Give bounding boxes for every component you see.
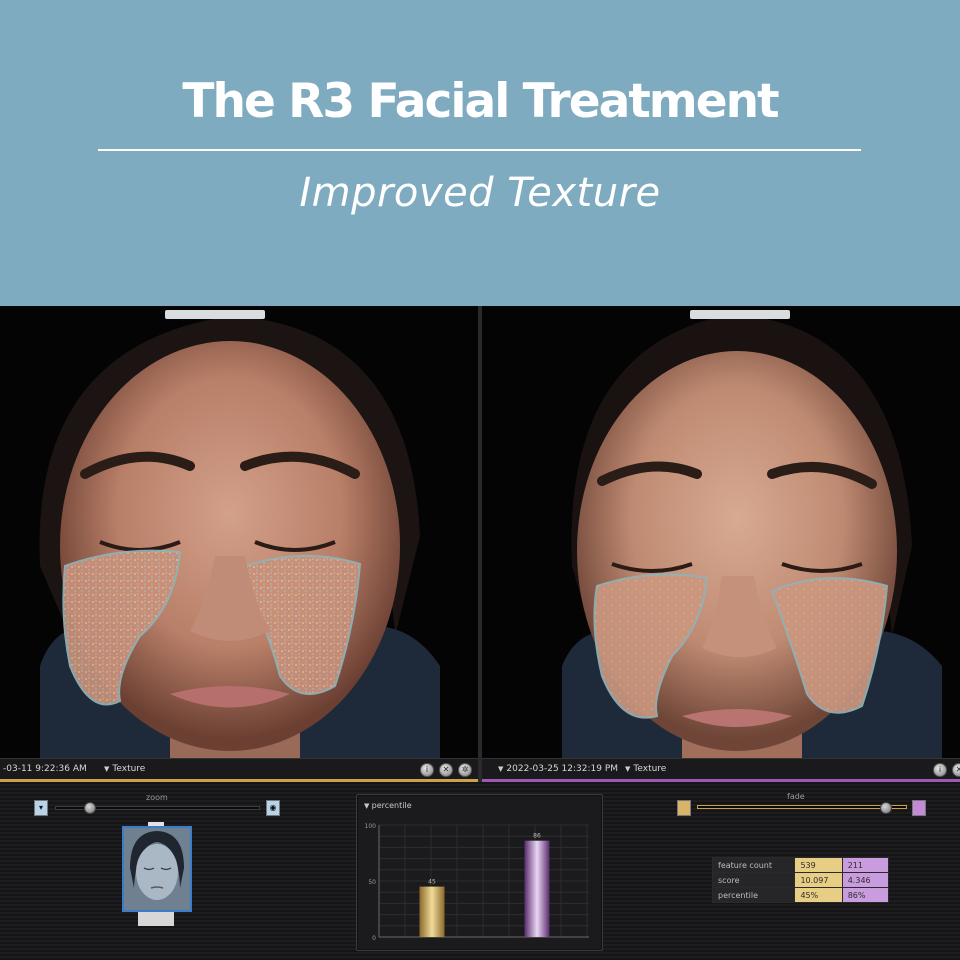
info-icon[interactable]: i — [933, 763, 947, 777]
zoom-label: zoom — [146, 793, 168, 802]
after-value: 4.346 — [841, 872, 890, 888]
after-image-panel[interactable]: ▼ 2022-03-25 12:32:19 PM ▼ Texture i ✕ — [482, 306, 960, 782]
fade-label: fade — [787, 792, 805, 801]
close-icon[interactable]: ✕ — [952, 763, 960, 777]
camera-clip — [165, 310, 265, 319]
after-timestamp-dropdown[interactable]: ▼ 2022-03-25 12:32:19 PM — [498, 764, 618, 774]
after-mode-dropdown[interactable]: ▼ Texture — [625, 764, 666, 774]
after-value: 211 — [841, 857, 890, 873]
comparison-photos: -03-11 9:22:36 AM ▼ Texture i ✕ ✲ ▼ 2022… — [0, 306, 960, 782]
after-face-image — [482, 306, 960, 758]
percentile-bar-chart: 0 50 100 45 86 — [365, 823, 589, 942]
banner-title: The R3 Facial Treatment — [182, 74, 779, 129]
after-swatch-icon[interactable] — [912, 800, 926, 816]
info-icon[interactable]: i — [420, 763, 434, 777]
metrics-row: percentile 45% 86% — [711, 887, 890, 903]
before-value: 539 — [794, 857, 843, 873]
metrics-row: feature count 539 211 — [711, 857, 890, 873]
metrics-row: score 10.097 4.346 — [711, 872, 890, 888]
metrics-table: feature count 539 211 score 10.097 4.346 perce… — [711, 857, 890, 903]
before-image-panel[interactable]: -03-11 9:22:36 AM ▼ Texture i ✕ ✲ — [0, 306, 478, 782]
y-tick-label: 0 — [372, 935, 376, 942]
face-thumbnail-navigator[interactable] — [122, 826, 192, 912]
zoom-slider-knob[interactable] — [83, 802, 96, 814]
after-panel-icons: i ✕ — [933, 763, 960, 777]
metric-label: score — [711, 872, 796, 888]
after-mode-label: Texture — [633, 764, 667, 774]
fade-slider-track[interactable] — [697, 805, 907, 809]
zoom-out-icon[interactable]: ▾ — [34, 800, 48, 816]
y-tick-label: 50 — [368, 879, 376, 886]
bar-value-label: 45 — [428, 879, 436, 886]
metric-label: feature count — [711, 857, 796, 873]
after-panel-toolbar: ▼ 2022-03-25 12:32:19 PM ▼ Texture i ✕ — [482, 758, 960, 782]
fade-slider-knob[interactable] — [880, 802, 892, 814]
before-panel-icons: i ✕ ✲ — [420, 763, 472, 777]
before-timestamp: -03-11 9:22:36 AM — [3, 764, 87, 774]
after-timestamp: 2022-03-25 12:32:19 PM — [506, 764, 619, 774]
thumbnail-face-icon — [124, 828, 190, 910]
caret-down-icon: ▼ — [104, 765, 110, 773]
before-mode-dropdown[interactable]: ▼ Texture — [104, 764, 145, 774]
percentile-bar — [524, 840, 550, 937]
header-banner: The R3 Facial Treatment Improved Texture — [0, 0, 960, 306]
before-face-image — [0, 306, 478, 758]
settings-gear-icon[interactable]: ✲ — [458, 763, 472, 777]
analysis-controls: zoom ▾ ◉ ▼ percentile 0 50 100 45 86 fade fe… — [0, 782, 960, 960]
before-value: 45% — [794, 887, 843, 903]
metric-label: percentile — [711, 887, 796, 903]
close-icon[interactable]: ✕ — [439, 763, 453, 777]
percentile-chart-panel: ▼ percentile 0 50 100 45 86 — [356, 794, 603, 951]
percentile-bar — [419, 886, 445, 937]
after-value: 86% — [841, 887, 890, 903]
thumbnail-base — [138, 912, 174, 926]
banner-divider — [98, 149, 861, 151]
caret-down-icon: ▼ — [498, 765, 504, 773]
banner-subtitle: Improved Texture — [299, 170, 661, 216]
caret-down-icon: ▼ — [625, 765, 631, 773]
camera-clip — [690, 310, 790, 319]
before-swatch-icon[interactable] — [677, 800, 691, 816]
y-tick-label: 100 — [365, 823, 377, 830]
zoom-in-eye-icon[interactable]: ◉ — [266, 800, 280, 816]
bar-value-label: 86 — [533, 833, 541, 840]
before-value: 10.097 — [794, 872, 843, 888]
before-mode-label: Texture — [112, 764, 146, 774]
before-panel-toolbar: -03-11 9:22:36 AM ▼ Texture i ✕ ✲ — [0, 758, 478, 782]
